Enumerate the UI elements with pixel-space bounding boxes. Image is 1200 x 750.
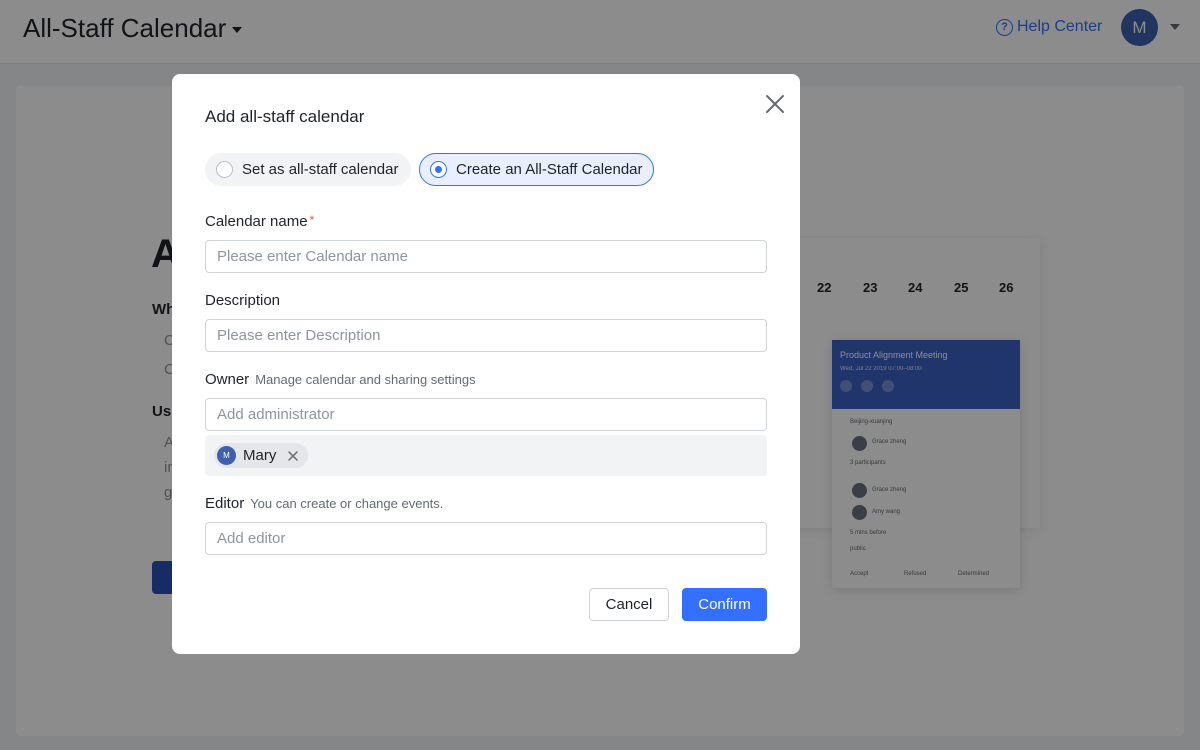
radio-unchecked[interactable] [216, 161, 233, 178]
option-create-all-staff[interactable]: Create an All-Staff Calendar [419, 153, 654, 186]
option-label: Create an All-Staff Calendar [456, 161, 643, 178]
owner-chip-name: Mary [243, 447, 277, 464]
owner-chip-list: M Mary [205, 435, 767, 476]
calendar-name-input[interactable] [205, 240, 767, 273]
avatar: M [217, 446, 236, 465]
editor-label-text: Editor [205, 495, 245, 512]
editor-hint: You can create or change events. [250, 496, 444, 511]
add-calendar-dialog: Add all-staff calendar Set as all-staff … [172, 74, 800, 654]
description-label: Description [205, 292, 281, 309]
calendar-name-label: Calendar name * [205, 213, 314, 230]
required-mark: * [309, 213, 315, 227]
description-input[interactable] [205, 319, 767, 352]
editor-label: Editor You can create or change events. [205, 495, 443, 512]
dialog-title: Add all-staff calendar [205, 107, 365, 126]
radio-checked[interactable] [430, 161, 447, 178]
cancel-button[interactable]: Cancel [589, 588, 669, 621]
editor-input[interactable] [205, 522, 767, 555]
owner-chip: M Mary [214, 443, 309, 468]
owner-hint: Manage calendar and sharing settings [255, 372, 476, 387]
owner-label: Owner Manage calendar and sharing setting… [205, 371, 476, 388]
option-label: Set as all-staff calendar [242, 161, 399, 178]
confirm-button[interactable]: Confirm [682, 588, 767, 621]
option-set-as-all-staff[interactable]: Set as all-staff calendar [205, 153, 411, 186]
owner-label-text: Owner [205, 371, 250, 388]
owner-input[interactable] [205, 398, 767, 431]
remove-x-icon[interactable] [286, 449, 300, 463]
close-icon[interactable] [763, 92, 787, 116]
calendar-name-label-text: Calendar name [205, 213, 308, 230]
